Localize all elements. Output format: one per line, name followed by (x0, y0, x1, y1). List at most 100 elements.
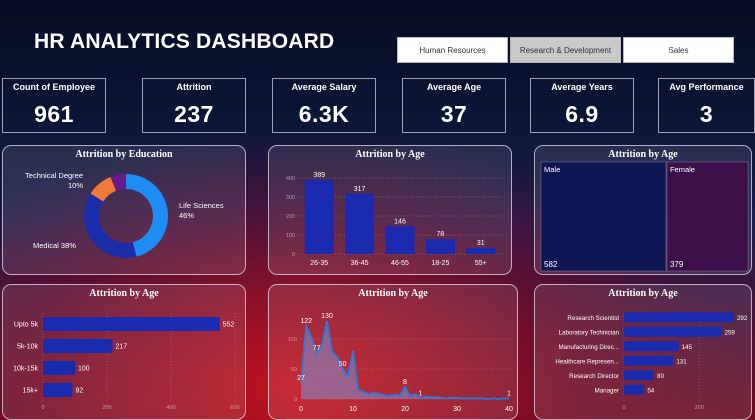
bar (425, 239, 455, 254)
bar-chart-age: 0 100 200 300 400 389 26-35 317 36-45 146 46-55 78 1… (286, 172, 501, 267)
data-label: 80 (657, 373, 664, 380)
kpi-value: 6.3K (298, 101, 350, 127)
x-tick-label: 10 (349, 406, 357, 413)
slice-percent: 10% (68, 181, 83, 190)
kpi-label: Count of Employee (12, 82, 95, 92)
data-label: 552 (223, 322, 235, 329)
data-label: 1 (419, 390, 423, 397)
y-tick-label: Upto 5k (14, 322, 39, 329)
area-chart-years: 05010027122771305081 10 10 20 30 40 (288, 313, 513, 413)
kpi-average-years: Average Years 6.9 (530, 78, 634, 133)
panel-attrition-by-gender: Attrition by Age Male 582 Female 379 (534, 145, 752, 275)
page-title: HR ANALYTICS DASHBOARD (34, 30, 335, 53)
data-label: 292 (737, 315, 748, 322)
data-label: 8 (403, 379, 407, 386)
bar (624, 326, 722, 337)
tile-label: Female (670, 165, 695, 174)
kpi-label: Avg Performance (669, 82, 744, 92)
data-label: 145 (682, 344, 693, 351)
bar (466, 248, 496, 254)
data-label: 317 (354, 186, 366, 193)
y-tick-label: 0 (292, 252, 295, 258)
slice-label: Medical 38% (33, 241, 76, 250)
data-label: 130 (321, 313, 333, 320)
tile-value: 379 (670, 260, 684, 269)
kpi-value: 3 (699, 101, 714, 127)
data-label: 389 (313, 172, 325, 179)
donut-slice (84, 193, 137, 258)
y-tick-label: 300 (286, 195, 295, 201)
kpi-count-of-employee: Count of Employee 961 (2, 78, 106, 133)
kpi-value: 37 (440, 101, 468, 127)
panel-attrition-by-salary: Attrition by Age 0 200 400 600 552 Upto 5k 217… (2, 284, 246, 420)
x-tick-label: 40 (505, 406, 513, 413)
data-label: 259 (725, 329, 736, 336)
tile-label: Male (544, 165, 560, 174)
kpi-value: 6.9 (565, 101, 599, 127)
kpi-average-salary: Average Salary 6.3K (272, 78, 376, 133)
bar (624, 384, 645, 395)
donut-chart-education: Life Sciences46% Medical 38% Technical Deg… (25, 171, 224, 258)
y-tick-label: Laboratory Technician (559, 329, 620, 336)
bar (345, 193, 375, 254)
bar (43, 383, 73, 397)
bar (43, 339, 113, 353)
x-tick-label: 30 (453, 406, 461, 413)
x-tick-label: 200 (102, 405, 111, 411)
bar (385, 226, 415, 254)
x-tick-label: 0 (41, 405, 44, 411)
bar (624, 370, 655, 381)
y-tick-label: Research Scientist (567, 315, 619, 322)
kpi-average-age: Average Age 37 (402, 78, 506, 133)
panel-attrition-by-years: Attrition by Age 0 50 100 27 122 77 130 50 8 1 1 0 1… (268, 284, 518, 420)
x-tick-label: 55+ (475, 260, 487, 267)
kpi-value: 237 (174, 101, 214, 127)
x-tick-label: 0 (622, 405, 625, 411)
y-tick-label: 200 (286, 214, 295, 220)
slice-label: Technical Degree (25, 171, 83, 180)
treemap-tile (666, 161, 749, 272)
kpi-label: Average Salary (291, 82, 357, 92)
data-label: 50 (339, 361, 347, 368)
x-tick-label: 20 (401, 406, 409, 413)
bar (43, 361, 75, 375)
kpi-label: Average Years (551, 82, 613, 92)
x-tick-label: 26-35 (310, 260, 328, 267)
panel-attrition-by-age: Attrition by Age 0 100 200 300 400 389 26-35 31… (268, 145, 512, 275)
kpi-label: Average Age (426, 82, 482, 92)
data-label: 122 (300, 318, 312, 325)
y-tick-label: Manager (595, 387, 619, 394)
bar-chart-salary: 0 200 400 600 552 Upto 5k 217 5k-10k 100 10k-15k 9… (13, 313, 240, 411)
data-label: 54 (647, 387, 654, 394)
y-tick-label: 50 (291, 367, 297, 373)
data-label: 146 (394, 218, 406, 225)
data-label: 31 (477, 240, 485, 247)
treemap-gender: Male 582 Female 379 (540, 161, 749, 272)
y-tick-label: 100 (288, 337, 297, 343)
x-tick-label: 36-45 (351, 260, 369, 267)
slicer-button-sales[interactable]: Sales (623, 37, 734, 63)
bar (43, 317, 220, 331)
bar (624, 355, 674, 366)
slicer-button-human-resources[interactable]: Human Resources (397, 37, 508, 63)
treemap-tile (540, 161, 667, 272)
x-tick-label: 600 (230, 405, 239, 411)
data-label: 217 (115, 344, 127, 351)
data-label: 131 (676, 358, 687, 365)
data-label: 100 (78, 366, 90, 373)
y-tick-label: 5k-10k (17, 344, 39, 351)
x-tick-label: 400 (166, 405, 175, 411)
y-tick-label: Research Director (569, 373, 619, 380)
y-tick-label: Manufacturing Direc... (558, 344, 619, 351)
y-tick-label: Healthcare Represen... (555, 358, 619, 365)
bar-chart-role: 0 200 292 Research Scientist 259 Laboratory T… (555, 310, 748, 411)
kpi-value: 961 (34, 101, 74, 127)
x-tick-label: 0 (299, 406, 303, 413)
slicer-button-research-development[interactable]: Research & Development (510, 37, 621, 63)
kpi-avg-performance: Avg Performance 3 (658, 78, 755, 133)
x-tick-label: 200 (695, 405, 704, 411)
department-slicer: Human Resources Research & Development S… (397, 37, 736, 63)
x-tick-label: 46-55 (391, 260, 409, 267)
kpi-attrition: Attrition 237 (142, 78, 246, 133)
data-label: 27 (297, 375, 305, 382)
